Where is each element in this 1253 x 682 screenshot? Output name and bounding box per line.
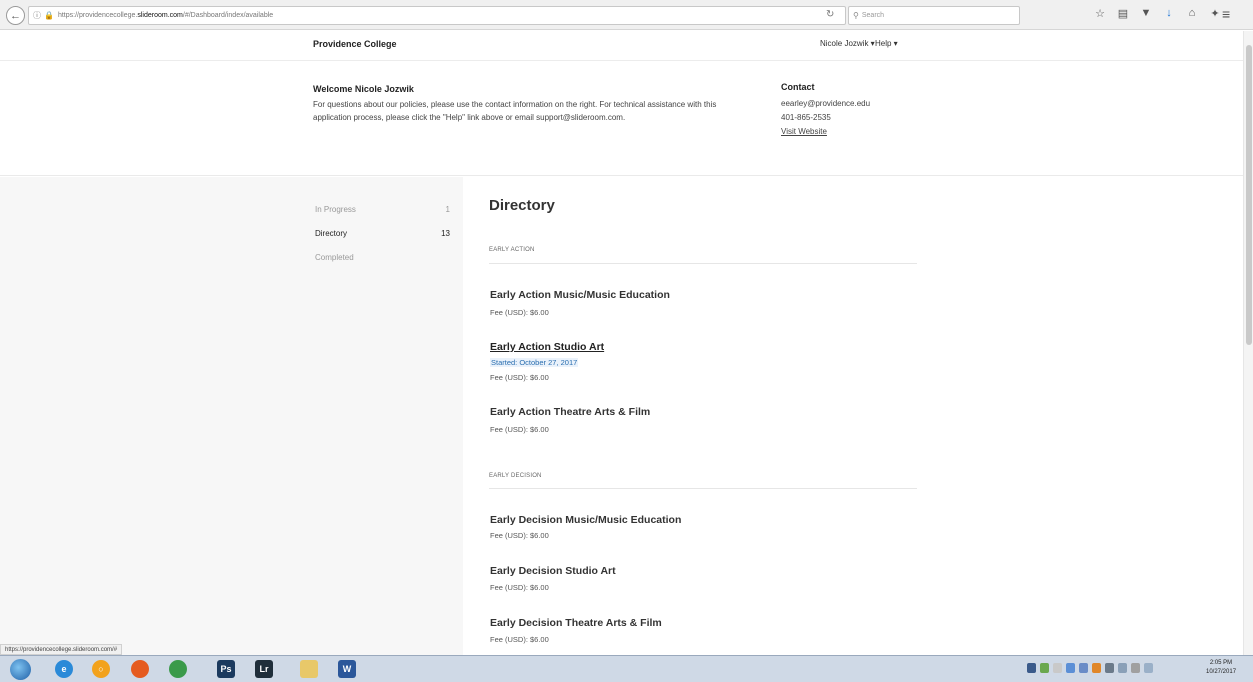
- tray-icon[interactable]: [1053, 663, 1062, 673]
- program-title[interactable]: Early Decision Theatre Arts & Film: [490, 617, 662, 629]
- search-icon: ⚲: [853, 11, 859, 20]
- url-suffix: /#/Dashboard/index/available: [182, 12, 274, 19]
- program-started-status: Started: October 27, 2017: [490, 358, 579, 367]
- hamburger-menu-icon[interactable]: ≡: [1222, 6, 1230, 22]
- scroll-thumb[interactable]: [1246, 45, 1252, 345]
- sidebar-item-directory[interactable]: Directory: [315, 229, 347, 238]
- tray-icon[interactable]: [1092, 663, 1101, 673]
- program-fee: Fee (USD): $6.00: [490, 531, 549, 540]
- sidebar: [0, 177, 463, 655]
- windows-taskbar: e ○ Ps Lr W 2:05 PM 10/27/2017: [0, 655, 1253, 682]
- page-title: Directory: [489, 197, 555, 214]
- sidebar-count-directory: 13: [441, 229, 450, 238]
- firefox-icon[interactable]: [131, 660, 149, 678]
- start-button-icon[interactable]: [10, 659, 31, 680]
- network-icon[interactable]: [1144, 663, 1153, 673]
- url-prefix: https://providencecollege.: [57, 12, 138, 19]
- photoshop-icon[interactable]: Ps: [217, 660, 235, 678]
- page-scrollbar[interactable]: [1243, 31, 1253, 655]
- brand-title[interactable]: Providence College: [313, 39, 397, 49]
- program-title[interactable]: Early Action Music/Music Education: [490, 289, 670, 301]
- lock-icon[interactable]: 🔒: [44, 11, 54, 20]
- tray-icon[interactable]: [1079, 663, 1088, 673]
- pocket-icon[interactable]: ▼: [1140, 7, 1152, 20]
- home-icon[interactable]: ⌂: [1186, 7, 1198, 20]
- info-icon[interactable]: ⓘ: [33, 10, 41, 21]
- contact-title: Contact: [781, 82, 815, 92]
- clock-time: 2:05 PM: [1209, 660, 1233, 666]
- tray-icon[interactable]: [1040, 663, 1049, 673]
- media-player-icon[interactable]: ○: [92, 660, 110, 678]
- program-fee: Fee (USD): $6.00: [490, 308, 549, 317]
- section-divider: [489, 263, 917, 264]
- section-label-early-decision: EARLY DECISION: [489, 473, 542, 479]
- status-bar-url: https://providencecollege.slideroom.com/…: [0, 644, 123, 655]
- tray-icon[interactable]: [1027, 663, 1036, 673]
- word-icon[interactable]: W: [338, 660, 356, 678]
- ie-browser-icon[interactable]: e: [55, 660, 73, 678]
- url-domain: slideroom.com: [137, 12, 183, 19]
- section-divider: [489, 488, 917, 489]
- file-explorer-icon[interactable]: [300, 660, 318, 678]
- program-fee: Fee (USD): $6.00: [490, 635, 549, 644]
- volume-icon[interactable]: [1131, 663, 1140, 673]
- system-tray: [1027, 663, 1153, 673]
- reload-icon[interactable]: ↻: [826, 9, 834, 20]
- program-fee: Fee (USD): $6.00: [490, 583, 549, 592]
- back-arrow-icon[interactable]: ←: [6, 6, 25, 25]
- welcome-panel: Welcome Nicole Jozwik For questions abou…: [0, 62, 1243, 176]
- sidebar-item-completed[interactable]: Completed: [315, 253, 354, 262]
- clock-date: 10/27/2017: [1206, 669, 1237, 675]
- address-bar[interactable]: ⓘ 🔒 https://providencecollege. slideroom.…: [28, 6, 846, 25]
- contact-email: eearley@providence.edu: [781, 99, 871, 108]
- taskbar-clock[interactable]: 2:05 PM 10/27/2017: [1206, 659, 1236, 677]
- section-label-early-action: EARLY ACTION: [489, 247, 535, 253]
- user-menu-dropdown[interactable]: Nicole Jozwik ▾: [820, 39, 875, 48]
- bookmark-star-icon[interactable]: ☆: [1094, 7, 1106, 20]
- chrome-icon[interactable]: [169, 660, 187, 678]
- program-title[interactable]: Early Decision Music/Music Education: [490, 514, 681, 526]
- welcome-text: For questions about our policies, please…: [313, 100, 717, 122]
- browser-toolbar-icons: ☆ ▤ ▼ ↓ ⌂ ✦: [1094, 7, 1221, 20]
- visit-website-link[interactable]: Visit Website: [781, 127, 827, 136]
- reading-list-icon[interactable]: ▤: [1117, 7, 1129, 20]
- download-icon[interactable]: ↓: [1163, 7, 1175, 20]
- contact-phone: 401-865-2535: [781, 113, 831, 122]
- search-placeholder: Search: [861, 12, 885, 19]
- lightroom-icon[interactable]: Lr: [255, 660, 273, 678]
- program-title[interactable]: Early Action Theatre Arts & Film: [490, 406, 650, 418]
- program-fee: Fee (USD): $6.00: [490, 373, 549, 382]
- browser-search-input[interactable]: ⚲ Search: [848, 6, 1020, 25]
- help-menu-dropdown[interactable]: Help ▾: [875, 39, 898, 48]
- browser-toolbar: ← ⓘ 🔒 https://providencecollege. slideroo…: [0, 0, 1253, 30]
- welcome-title: Welcome Nicole Jozwik: [313, 84, 414, 94]
- program-fee: Fee (USD): $6.00: [490, 425, 549, 434]
- tray-icon[interactable]: [1118, 663, 1127, 673]
- site-header: Providence College Nicole Jozwik ▾ Help …: [0, 31, 1243, 61]
- sidebar-item-in-progress[interactable]: In Progress: [315, 205, 356, 214]
- sidebar-count-in-progress: 1: [445, 205, 450, 214]
- program-title[interactable]: Early Decision Studio Art: [490, 565, 616, 577]
- program-title[interactable]: Early Action Studio Art: [490, 341, 604, 353]
- tray-icon[interactable]: [1105, 663, 1114, 673]
- extension-icon[interactable]: ✦: [1209, 7, 1221, 20]
- tray-icon[interactable]: [1066, 663, 1075, 673]
